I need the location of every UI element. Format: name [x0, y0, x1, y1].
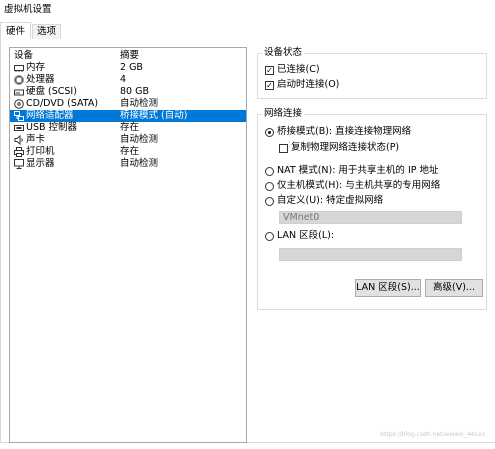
device-name: 声卡	[26, 134, 46, 145]
custom-radio[interactable]	[265, 197, 274, 206]
device-summary: 80 GB	[120, 86, 149, 97]
processor-icon	[14, 75, 24, 85]
device-summary: 2 GB	[120, 62, 143, 73]
device-name: 显示器	[26, 158, 55, 169]
device-summary: 自动检测	[120, 98, 159, 109]
lan-segment-label[interactable]: LAN 区段(L):	[277, 230, 334, 242]
window-title: 虚拟机设置	[4, 4, 52, 15]
bridged-label[interactable]: 桥接模式(B): 直接连接物理网络	[277, 126, 411, 138]
vmnet-select[interactable]: VMnet0	[279, 211, 462, 224]
device-name: 打印机	[26, 146, 55, 157]
device-name: 网络适配器	[26, 110, 74, 121]
replicate-state-checkbox[interactable]	[279, 144, 288, 153]
tab-options[interactable]: 选项	[32, 24, 62, 39]
device-summary: 存在	[120, 122, 140, 133]
device-list[interactable]: 设备 摘要 内存 2 GB 处理器 4 硬盘 (SCSI) 80 GB CD/D…	[9, 47, 247, 443]
network-connection-title: 网络连接	[262, 108, 305, 120]
device-summary: 桥接模式 (自动)	[120, 110, 188, 121]
replicate-state-label[interactable]: 复制物理网络连接状态(P)	[291, 142, 399, 154]
hardware-panel: 设备 摘要 内存 2 GB 处理器 4 硬盘 (SCSI) 80 GB CD/D…	[0, 39, 495, 443]
column-device: 设备	[14, 50, 34, 61]
display-icon	[14, 159, 24, 169]
nat-label[interactable]: NAT 模式(N): 用于共享主机的 IP 地址	[277, 165, 439, 177]
column-summary: 摘要	[120, 50, 140, 61]
device-row-network-adapter[interactable]: 网络适配器 桥接模式 (自动)	[10, 110, 246, 122]
watermark: https://blog.csdn.net/weixin_44xxx	[380, 431, 485, 438]
device-summary: 自动检测	[120, 158, 159, 169]
host-only-label[interactable]: 仅主机模式(H): 与主机共享的专用网络	[277, 180, 440, 192]
device-name: CD/DVD (SATA)	[26, 98, 99, 109]
device-summary: 4	[120, 74, 127, 85]
device-row-usb-controller[interactable]: USB 控制器 存在	[10, 122, 246, 134]
device-status-title: 设备状态	[262, 47, 305, 59]
device-name: 内存	[26, 62, 46, 73]
device-summary: 自动检测	[120, 134, 159, 145]
connected-label[interactable]: 已连接(C)	[277, 64, 320, 76]
device-row-sound-card[interactable]: 声卡 自动检测	[10, 134, 246, 146]
sound-icon	[14, 135, 23, 145]
lan-segments-button[interactable]: LAN 区段(S)...	[355, 279, 421, 297]
device-row-display[interactable]: 显示器 自动检测	[10, 158, 246, 170]
device-row-cd-dvd[interactable]: CD/DVD (SATA) 自动检测	[10, 98, 246, 110]
device-name: 硬盘 (SCSI)	[26, 86, 77, 97]
device-summary: 存在	[120, 146, 140, 157]
hard-disk-icon	[14, 89, 24, 96]
memory-icon	[14, 65, 24, 72]
advanced-button[interactable]: 高级(V)...	[425, 279, 483, 297]
nat-radio[interactable]	[265, 167, 274, 176]
lan-segment-select[interactable]	[279, 248, 462, 261]
device-list-header: 设备 摘要	[10, 48, 246, 61]
device-row-printer[interactable]: 打印机 存在	[10, 146, 246, 158]
custom-label[interactable]: 自定义(U): 特定虚拟网络	[277, 195, 383, 207]
printer-icon	[14, 147, 24, 157]
device-row-processor[interactable]: 处理器 4	[10, 74, 246, 86]
cd-dvd-icon	[14, 99, 24, 109]
connected-checkbox[interactable]: ✓	[265, 66, 274, 75]
usb-icon	[14, 125, 24, 131]
connect-at-power-on-label[interactable]: 启动时连接(O)	[277, 79, 339, 91]
device-name: USB 控制器	[26, 122, 78, 133]
tab-bar: 硬件 选项	[0, 22, 495, 41]
device-name: 处理器	[26, 74, 55, 85]
lan-segment-radio[interactable]	[265, 232, 274, 241]
device-status-group: 设备状态 ✓ 已连接(C) ✓ 启动时连接(O)	[257, 47, 487, 99]
device-row-memory[interactable]: 内存 2 GB	[10, 62, 246, 74]
connect-at-power-on-checkbox[interactable]: ✓	[265, 81, 274, 90]
network-adapter-icon	[14, 111, 24, 121]
device-row-hard-disk[interactable]: 硬盘 (SCSI) 80 GB	[10, 86, 246, 98]
host-only-radio[interactable]	[265, 182, 274, 191]
bridged-radio[interactable]	[265, 128, 274, 137]
